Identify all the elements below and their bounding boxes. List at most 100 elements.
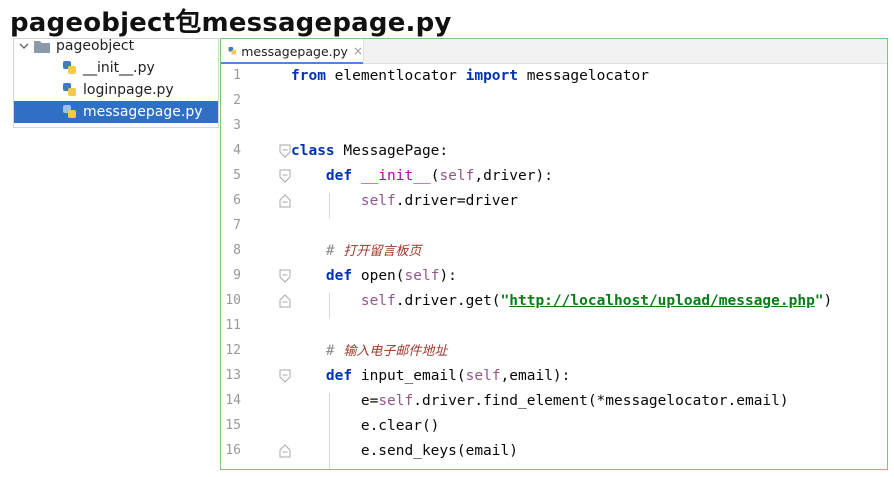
code-editor: messagepage.py × 1 2 3 4 5 6 7 8 9 10 11… <box>220 38 888 470</box>
code-string: " <box>814 293 824 309</box>
code-token: ) <box>823 293 833 309</box>
tree-item-loginpage[interactable]: loginpage.py <box>14 79 218 101</box>
code-token: import <box>465 68 518 84</box>
fold-end-icon[interactable] <box>279 194 291 208</box>
code-line-16: e.send_keys(email) <box>291 439 518 464</box>
line-number: 8 <box>233 243 241 258</box>
line-number: 15 <box>225 418 241 433</box>
code-token: e.send_keys(email) <box>360 443 518 459</box>
code-token: MessagePage: <box>334 143 449 159</box>
tree-item-label: loginpage.py <box>83 82 174 98</box>
fold-open-icon[interactable] <box>279 369 291 383</box>
line-number: 11 <box>225 318 241 333</box>
code-token: open <box>360 268 396 284</box>
code-token: def <box>325 368 353 384</box>
code-line-13: def input_email(self,email): <box>291 364 570 389</box>
code-token: e= <box>360 393 379 409</box>
code-line-4: class MessagePage: <box>291 139 448 164</box>
python-file-icon <box>63 83 76 96</box>
code-token: .driver=driver <box>395 193 518 209</box>
line-number: 7 <box>233 218 241 233</box>
code-line-5: def __init__(self,driver): <box>291 164 553 189</box>
code-token: __init__ <box>360 168 431 184</box>
code-url-link[interactable]: http://localhost/upload/message.php <box>509 293 815 309</box>
code-line-6: self.driver=driver <box>291 189 518 214</box>
code-token: self <box>360 293 396 309</box>
line-number: 5 <box>233 168 241 183</box>
line-number: 9 <box>233 268 241 283</box>
code-comment: # <box>325 243 344 259</box>
fold-open-icon[interactable] <box>279 269 291 283</box>
code-token: self <box>404 268 440 284</box>
code-line-9: def open(self): <box>291 264 457 289</box>
line-number: 6 <box>233 193 241 208</box>
tree-item-init[interactable]: __init__.py <box>14 57 218 79</box>
editor-tab-bar: messagepage.py × <box>221 39 887 64</box>
code-line-12: # 输入电子邮件地址 <box>291 339 447 364</box>
code-token: .driver.get( <box>395 293 501 309</box>
code-comment: 打开留言板页 <box>343 244 422 259</box>
fold-end-icon[interactable] <box>279 444 291 458</box>
chevron-down-icon[interactable] <box>18 40 30 52</box>
tree-folder-pageobject[interactable]: pageobject <box>14 35 218 57</box>
python-file-icon <box>63 105 76 118</box>
code-token: ( <box>456 368 466 384</box>
tab-label: messagepage.py <box>241 43 348 59</box>
code-token: def <box>325 168 353 184</box>
code-token: self <box>465 368 501 384</box>
code-token: self <box>360 193 396 209</box>
code-comment: # <box>325 343 344 359</box>
python-file-icon <box>228 46 237 55</box>
code-line-10: self.driver.get( "http://localhost/upload… <box>291 289 832 314</box>
code-token: ): <box>439 268 457 284</box>
line-number: 4 <box>233 143 241 158</box>
project-tree: pageobject __init__.py loginpage.py mess… <box>13 38 219 128</box>
code-token: class <box>291 143 335 159</box>
code-line-15: e.clear() <box>291 414 440 439</box>
fold-open-icon[interactable] <box>279 169 291 183</box>
page-title: pageobject包messagepage.py <box>10 8 452 38</box>
line-number: 3 <box>233 118 241 133</box>
code-line-14: e=self.driver.find_element(*messagelocat… <box>291 389 789 414</box>
line-number: 16 <box>225 443 241 458</box>
code-token: ,driver): <box>474 168 553 184</box>
tab-messagepage[interactable]: messagepage.py × <box>221 39 364 64</box>
code-token: self <box>378 393 414 409</box>
code-token: self <box>439 168 475 184</box>
folder-icon <box>34 40 50 53</box>
line-number-gutter: 1 2 3 4 5 6 7 8 9 10 11 12 13 14 15 16 <box>221 64 291 469</box>
tree-item-label: __init__.py <box>83 60 155 76</box>
code-line-8: # 打开留言板页 <box>291 239 421 264</box>
code-token: def <box>325 268 353 284</box>
line-number: 10 <box>225 293 241 308</box>
code-token: ( <box>395 268 405 284</box>
code-token: messagelocator <box>518 68 649 84</box>
line-number: 12 <box>225 343 241 358</box>
tree-item-messagepage[interactable]: messagepage.py <box>14 101 218 123</box>
tree-item-label: messagepage.py <box>83 104 203 120</box>
close-icon[interactable]: × <box>353 44 363 58</box>
line-number: 14 <box>225 393 241 408</box>
code-token: ,email): <box>500 368 571 384</box>
code-line-1: from elementlocator import messagelocato… <box>291 64 649 89</box>
code-comment: 输入电子邮件地址 <box>343 344 448 359</box>
code-area[interactable]: from elementlocator import messagelocato… <box>291 64 887 469</box>
code-token: from <box>291 68 326 84</box>
code-token: .driver.find_element(*messagelocator.ema… <box>413 393 789 409</box>
code-token: e.clear() <box>360 418 440 434</box>
fold-end-icon[interactable] <box>279 294 291 308</box>
line-number: 13 <box>225 368 241 383</box>
fold-open-icon[interactable] <box>279 144 291 158</box>
